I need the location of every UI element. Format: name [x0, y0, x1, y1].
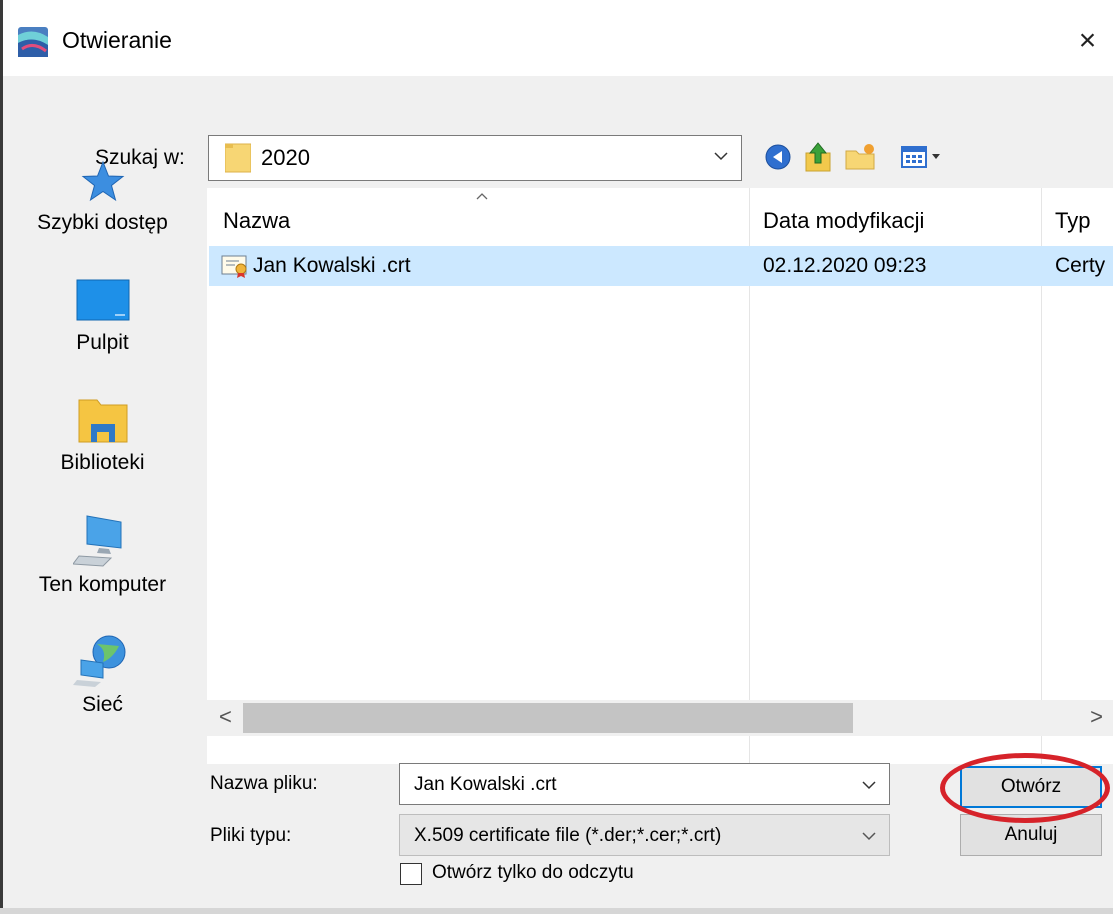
close-button[interactable]: × [1062, 16, 1113, 66]
back-icon[interactable] [760, 137, 796, 177]
chevron-down-icon[interactable] [861, 828, 877, 844]
filetype-value: X.509 certificate file (*.der;*.cer;*.cr… [414, 825, 722, 846]
app-icon [18, 27, 48, 57]
open-button[interactable]: Otwórz [960, 766, 1102, 808]
place-libraries[interactable]: Biblioteki [0, 396, 205, 475]
filename-combobox[interactable]: Jan Kowalski .crt [399, 763, 890, 805]
certificate-icon [221, 255, 247, 278]
scrollbar-thumb[interactable] [243, 703, 853, 733]
place-this-pc[interactable]: Ten komputer [0, 512, 205, 597]
place-network[interactable]: Sieć [0, 632, 205, 717]
file-name: Jan Kowalski .crt [253, 254, 411, 277]
filename-label: Nazwa pliku: [210, 773, 318, 794]
network-icon [72, 635, 125, 687]
file-modified: 02.12.2020 09:23 [763, 254, 927, 277]
column-header-name[interactable]: Nazwa [223, 208, 290, 234]
scroll-right-arrow[interactable]: > [1090, 704, 1103, 730]
look-in-combobox[interactable]: 2020 [208, 135, 742, 181]
readonly-checkbox[interactable] [400, 863, 422, 885]
table-row[interactable]: Jan Kowalski .crt 02.12.2020 09:23 Certy [209, 246, 1113, 286]
filetype-select[interactable]: X.509 certificate file (*.der;*.cer;*.cr… [399, 814, 890, 856]
file-type: Certy [1055, 254, 1106, 277]
scroll-left-arrow[interactable]: < [219, 704, 232, 730]
folder-icon [225, 143, 251, 173]
place-label: Szybki dostęp [37, 211, 168, 234]
filename-value: Jan Kowalski .crt [414, 774, 557, 795]
filetype-label: Pliki typu: [210, 825, 292, 846]
computer-icon [71, 515, 121, 567]
view-menu-icon[interactable] [890, 137, 962, 177]
file-list[interactable]: Nazwa Data modyfikacji Typ Jan Kowalski … [207, 188, 1113, 764]
place-label: Pulpit [76, 331, 129, 354]
column-header-type[interactable]: Typ [1055, 208, 1090, 234]
up-folder-icon[interactable] [800, 137, 836, 177]
libraries-icon [78, 399, 127, 443]
place-label: Ten komputer [38, 573, 167, 596]
title-bar: Otwieranie × [0, 0, 1113, 76]
column-header-date[interactable]: Data modyfikacji [763, 208, 924, 234]
chevron-down-icon[interactable] [861, 777, 877, 793]
horizontal-scrollbar[interactable]: < > [207, 700, 1113, 736]
place-label: Biblioteki [60, 451, 145, 474]
look-in-value: 2020 [261, 145, 310, 170]
readonly-label[interactable]: Otwórz tylko do odczytu [432, 862, 634, 884]
place-label: Sieć [82, 693, 123, 716]
sort-ascending-icon [476, 193, 488, 200]
window-title: Otwieranie [62, 27, 172, 53]
new-folder-icon[interactable] [842, 137, 878, 177]
place-desktop[interactable]: Pulpit [0, 276, 205, 355]
star-icon [81, 160, 124, 202]
window-bottom-edge [0, 908, 1113, 914]
chevron-down-icon [714, 152, 728, 161]
place-quick-access[interactable]: Szybki dostęp [0, 158, 205, 235]
desktop-icon [76, 279, 129, 321]
cancel-button[interactable]: Anuluj [960, 814, 1102, 856]
